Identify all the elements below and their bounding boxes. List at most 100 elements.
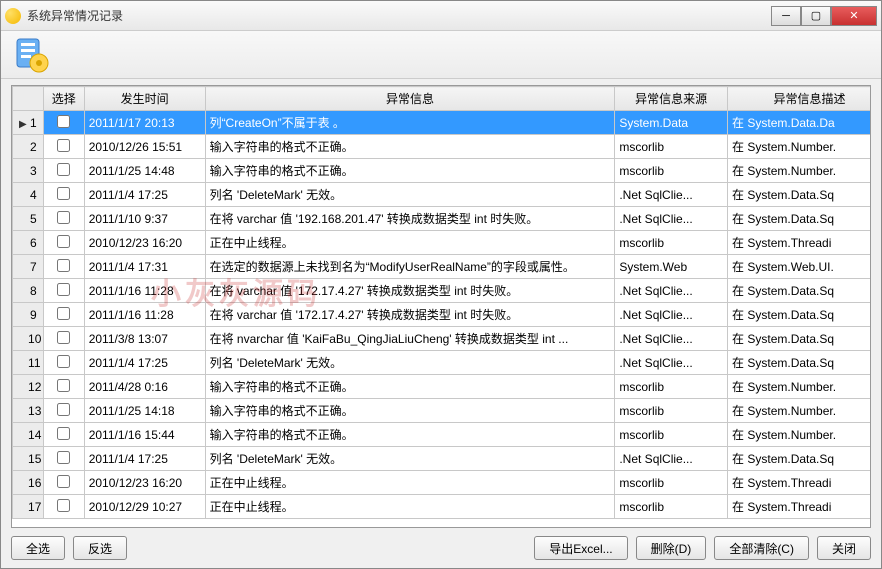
grid-scroll[interactable]: 选择 发生时间 异常信息 异常信息来源 异常信息描述 ▶ 12011/1/17 … xyxy=(11,85,871,528)
row-checkbox[interactable] xyxy=(57,379,70,392)
source-cell: mscorlib xyxy=(615,231,728,255)
row-header[interactable]: ▶ 5 xyxy=(13,207,44,231)
row-header[interactable]: ▶ 10 xyxy=(13,327,44,351)
row-header[interactable]: ▶ 8 xyxy=(13,279,44,303)
row-header[interactable]: ▶ 6 xyxy=(13,231,44,255)
select-cell[interactable] xyxy=(43,279,84,303)
source-cell: .Net SqlClie... xyxy=(615,351,728,375)
title-bar[interactable]: 系统异常情况记录 ─ ▢ ✕ xyxy=(1,1,881,31)
table-row[interactable]: ▶ 122011/4/28 0:16输入字符串的格式不正确。mscorlib在 … xyxy=(13,375,872,399)
table-row[interactable]: ▶ 92011/1/16 11:28在将 varchar 值 '172.17.4… xyxy=(13,303,872,327)
time-cell: 2011/1/16 15:44 xyxy=(84,423,205,447)
row-pointer-icon: ▶ xyxy=(17,431,25,442)
info-cell: 输入字符串的格式不正确。 xyxy=(205,399,615,423)
row-header[interactable]: ▶ 14 xyxy=(13,423,44,447)
row-header[interactable]: ▶ 9 xyxy=(13,303,44,327)
invert-select-button[interactable]: 反选 xyxy=(73,536,127,560)
row-pointer-icon: ▶ xyxy=(19,311,27,322)
row-checkbox[interactable] xyxy=(57,259,70,272)
select-cell[interactable] xyxy=(43,495,84,519)
header-time[interactable]: 发生时间 xyxy=(84,87,205,111)
header-select[interactable]: 选择 xyxy=(43,87,84,111)
header-rownum[interactable] xyxy=(13,87,44,111)
table-row[interactable]: ▶ 32011/1/25 14:48输入字符串的格式不正确。mscorlib在 … xyxy=(13,159,872,183)
row-header[interactable]: ▶ 11 xyxy=(13,351,44,375)
select-cell[interactable] xyxy=(43,399,84,423)
minimize-button[interactable]: ─ xyxy=(771,6,801,26)
select-cell[interactable] xyxy=(43,207,84,231)
info-cell: 输入字符串的格式不正确。 xyxy=(205,135,615,159)
export-excel-button[interactable]: 导出Excel... xyxy=(534,536,627,560)
table-row[interactable]: ▶ 52011/1/10 9:37在将 varchar 值 '192.168.2… xyxy=(13,207,872,231)
source-cell: System.Web xyxy=(615,255,728,279)
row-checkbox[interactable] xyxy=(57,475,70,488)
select-cell[interactable] xyxy=(43,447,84,471)
row-header[interactable]: ▶ 12 xyxy=(13,375,44,399)
info-cell: 正在中止线程。 xyxy=(205,231,615,255)
select-cell[interactable] xyxy=(43,231,84,255)
select-cell[interactable] xyxy=(43,471,84,495)
row-header[interactable]: ▶ 17 xyxy=(13,495,44,519)
close-footer-button[interactable]: 关闭 xyxy=(817,536,871,560)
table-row[interactable]: ▶ 102011/3/8 13:07在将 nvarchar 值 'KaiFaBu… xyxy=(13,327,872,351)
table-row[interactable]: ▶ 82011/1/16 11:28在将 varchar 值 '172.17.4… xyxy=(13,279,872,303)
row-header[interactable]: ▶ 1 xyxy=(13,111,44,135)
select-cell[interactable] xyxy=(43,303,84,327)
table-row[interactable]: ▶ 42011/1/4 17:25列名 'DeleteMark' 无效。.Net… xyxy=(13,183,872,207)
header-desc[interactable]: 异常信息描述 xyxy=(728,87,871,111)
select-cell[interactable] xyxy=(43,183,84,207)
row-checkbox[interactable] xyxy=(57,331,70,344)
table-row[interactable]: ▶ 132011/1/25 14:18输入字符串的格式不正确。mscorlib在… xyxy=(13,399,872,423)
source-cell: mscorlib xyxy=(615,375,728,399)
row-checkbox[interactable] xyxy=(57,355,70,368)
row-checkbox[interactable] xyxy=(57,115,70,128)
row-checkbox[interactable] xyxy=(57,499,70,512)
info-cell: 列名 'DeleteMark' 无效。 xyxy=(205,351,615,375)
table-row[interactable]: ▶ 72011/1/4 17:31在选定的数据源上未找到名为“ModifyUse… xyxy=(13,255,872,279)
row-checkbox[interactable] xyxy=(57,451,70,464)
table-row[interactable]: ▶ 12011/1/17 20:13列“CreateOn”不属于表 。Syste… xyxy=(13,111,872,135)
select-cell[interactable] xyxy=(43,111,84,135)
table-row[interactable]: ▶ 142011/1/16 15:44输入字符串的格式不正确。mscorlib在… xyxy=(13,423,872,447)
table-row[interactable]: ▶ 62010/12/23 16:20正在中止线程。mscorlib在 Syst… xyxy=(13,231,872,255)
table-row[interactable]: ▶ 162010/12/23 16:20正在中止线程。mscorlib在 Sys… xyxy=(13,471,872,495)
select-cell[interactable] xyxy=(43,135,84,159)
header-info[interactable]: 异常信息 xyxy=(205,87,615,111)
row-checkbox[interactable] xyxy=(57,235,70,248)
row-header[interactable]: ▶ 7 xyxy=(13,255,44,279)
clear-all-button[interactable]: 全部清除(C) xyxy=(714,536,809,560)
row-checkbox[interactable] xyxy=(57,307,70,320)
source-cell: .Net SqlClie... xyxy=(615,447,728,471)
row-header[interactable]: ▶ 3 xyxy=(13,159,44,183)
select-cell[interactable] xyxy=(43,159,84,183)
select-all-button[interactable]: 全选 xyxy=(11,536,65,560)
row-header[interactable]: ▶ 15 xyxy=(13,447,44,471)
row-checkbox[interactable] xyxy=(57,283,70,296)
select-cell[interactable] xyxy=(43,351,84,375)
table-row[interactable]: ▶ 112011/1/4 17:25列名 'DeleteMark' 无效。.Ne… xyxy=(13,351,872,375)
row-checkbox[interactable] xyxy=(57,427,70,440)
row-header[interactable]: ▶ 4 xyxy=(13,183,44,207)
table-row[interactable]: ▶ 172010/12/29 10:27正在中止线程。mscorlib在 Sys… xyxy=(13,495,872,519)
row-checkbox[interactable] xyxy=(57,211,70,224)
table-row[interactable]: ▶ 22010/12/26 15:51输入字符串的格式不正确。mscorlib在… xyxy=(13,135,872,159)
close-button[interactable]: ✕ xyxy=(831,6,877,26)
info-cell: 在将 varchar 值 '172.17.4.27' 转换成数据类型 int 时… xyxy=(205,279,615,303)
row-pointer-icon: ▶ xyxy=(17,383,25,394)
select-cell[interactable] xyxy=(43,423,84,447)
time-cell: 2010/12/23 16:20 xyxy=(84,231,205,255)
row-checkbox[interactable] xyxy=(57,403,70,416)
row-checkbox[interactable] xyxy=(57,187,70,200)
row-checkbox[interactable] xyxy=(57,139,70,152)
select-cell[interactable] xyxy=(43,375,84,399)
header-source[interactable]: 异常信息来源 xyxy=(615,87,728,111)
delete-button[interactable]: 删除(D) xyxy=(636,536,707,560)
maximize-button[interactable]: ▢ xyxy=(801,6,831,26)
row-header[interactable]: ▶ 13 xyxy=(13,399,44,423)
row-header[interactable]: ▶ 16 xyxy=(13,471,44,495)
row-header[interactable]: ▶ 2 xyxy=(13,135,44,159)
select-cell[interactable] xyxy=(43,327,84,351)
row-checkbox[interactable] xyxy=(57,163,70,176)
select-cell[interactable] xyxy=(43,255,84,279)
table-row[interactable]: ▶ 152011/1/4 17:25列名 'DeleteMark' 无效。.Ne… xyxy=(13,447,872,471)
